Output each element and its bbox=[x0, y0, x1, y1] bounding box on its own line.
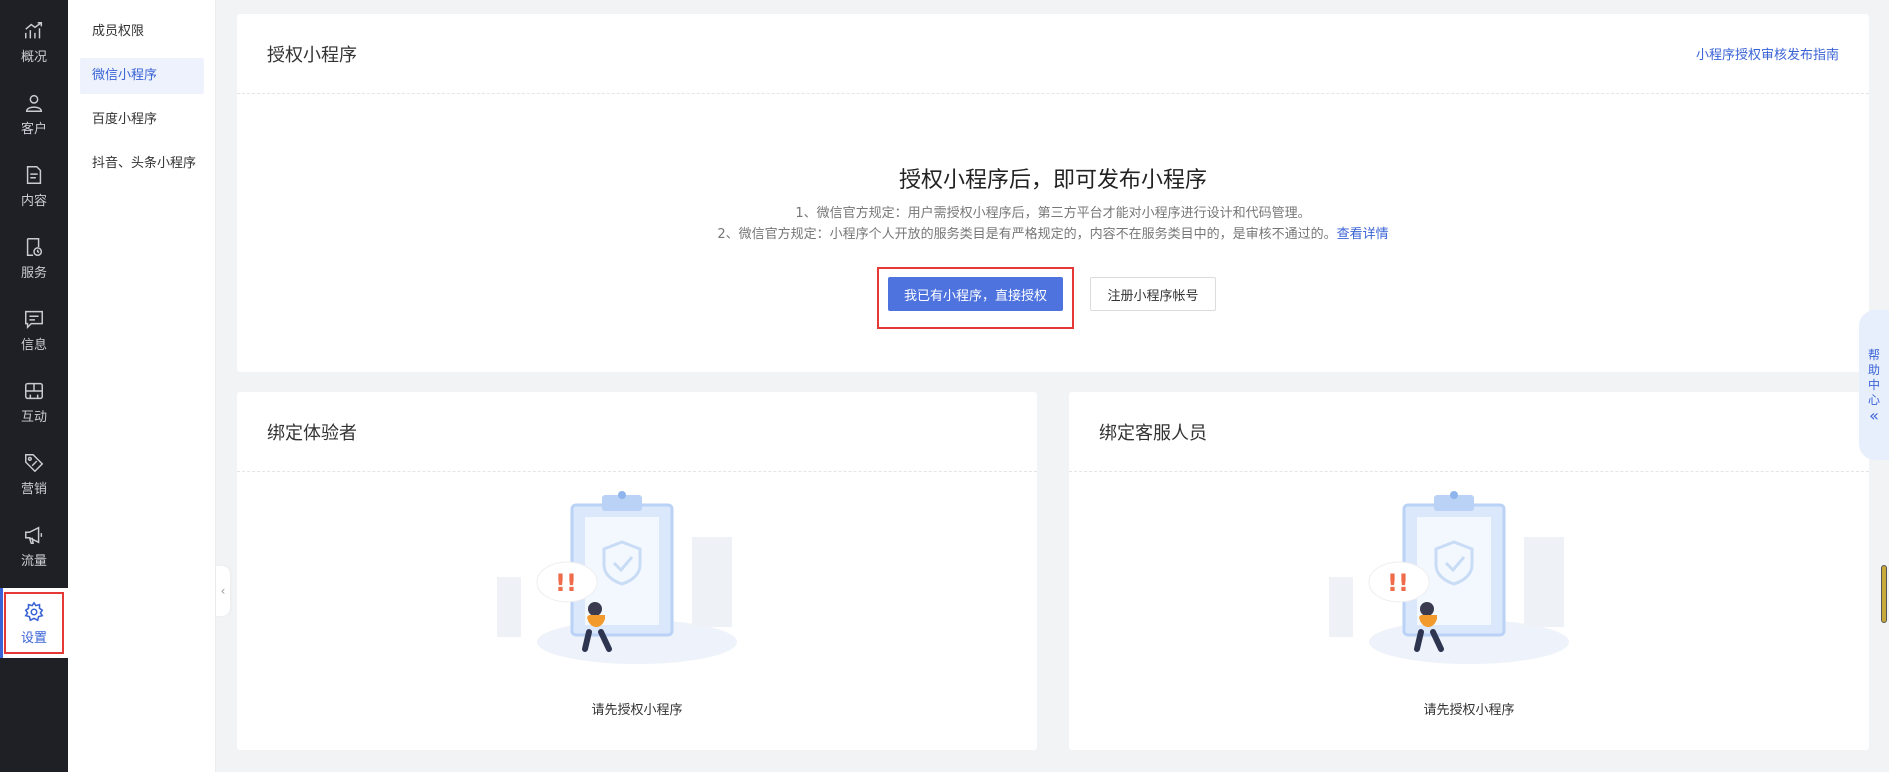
message-icon bbox=[25, 310, 43, 329]
card-title: 授权小程序 bbox=[267, 44, 357, 66]
settings-highlight-box bbox=[4, 592, 64, 654]
rule-text-1: 1、微信官方规定：用户需授权小程序后，第三方平台才能对小程序进行设计和代码管理。 bbox=[795, 206, 1311, 221]
tester-card-header: 绑定体验者 bbox=[237, 392, 1037, 472]
nav-label: 概况 bbox=[20, 49, 47, 65]
nav-item-message[interactable]: 信息 bbox=[0, 300, 68, 360]
chart-trend-icon bbox=[25, 21, 43, 38]
card-title: 绑定体验者 bbox=[267, 422, 357, 444]
nav-item-marketing[interactable]: 营销 bbox=[0, 444, 68, 504]
nav-item-content[interactable]: 内容 bbox=[0, 156, 68, 216]
hero-title: 授权小程序后，即可发布小程序 bbox=[898, 168, 1207, 193]
empty-state-text: 请先授权小程序 bbox=[591, 703, 683, 718]
svg-text:!!: !! bbox=[555, 569, 577, 597]
double-chevron-left-icon: « bbox=[1869, 405, 1879, 425]
chevron-left-icon: ‹ bbox=[220, 584, 226, 598]
tag-icon bbox=[25, 453, 44, 472]
submenu-label: 微信小程序 bbox=[92, 68, 158, 83]
service-card-header: 绑定客服人员 bbox=[1069, 392, 1869, 472]
empty-illustration: !! bbox=[1329, 491, 1569, 664]
scrollbar-thumb[interactable] bbox=[1881, 565, 1887, 623]
authorize-button-highlight-box bbox=[877, 267, 1074, 329]
submenu-item-wechat-miniprogram[interactable]: 微信小程序 bbox=[80, 58, 204, 94]
help-char: 中 bbox=[1867, 377, 1880, 392]
nav-item-traffic[interactable]: 流量 bbox=[0, 516, 68, 576]
app-root: 概况 客户 内容 服务 信息 互动 营销 流量 设置 成员权限 微信小程序 百度… bbox=[0, 0, 1889, 772]
bind-tester-card: 绑定体验者 !! 请先授权小程序 bbox=[237, 392, 1037, 750]
nav-label: 互动 bbox=[20, 409, 47, 425]
nav-label: 内容 bbox=[20, 193, 47, 209]
empty-illustration: !! bbox=[497, 491, 737, 664]
document-icon bbox=[26, 165, 42, 184]
gamepad-icon bbox=[25, 382, 43, 399]
nav-label: 流量 bbox=[20, 553, 47, 569]
nav-item-customer[interactable]: 客户 bbox=[0, 84, 68, 144]
user-icon bbox=[25, 94, 43, 112]
nav-label: 客户 bbox=[20, 121, 47, 137]
collapse-submenu-handle[interactable]: ‹ bbox=[216, 566, 230, 616]
submenu-item-douyin-miniprogram[interactable]: 抖音、头条小程序 bbox=[80, 146, 216, 182]
rule-text-2: 2、微信官方规定：小程序个人开放的服务类目是有严格规定的，内容不在服务类目中的，… bbox=[717, 227, 1337, 242]
submenu-label: 抖音、头条小程序 bbox=[92, 156, 197, 171]
service-icon bbox=[26, 237, 43, 256]
submenu-label: 成员权限 bbox=[92, 24, 145, 39]
submenu-label: 百度小程序 bbox=[92, 112, 158, 127]
nav-item-service[interactable]: 服务 bbox=[0, 228, 68, 288]
bind-service-staff-card: 绑定客服人员 !! 请先授权小程序 bbox=[1069, 392, 1869, 750]
nav-label: 营销 bbox=[20, 481, 47, 497]
nav-label: 服务 bbox=[20, 265, 47, 281]
review-guide-link[interactable]: 小程序授权审核发布指南 bbox=[1696, 44, 1839, 63]
card-title: 绑定客服人员 bbox=[1099, 422, 1207, 444]
svg-text:!!: !! bbox=[1387, 569, 1409, 597]
submenu-item-baidu-miniprogram[interactable]: 百度小程序 bbox=[80, 102, 204, 138]
nav-label: 信息 bbox=[20, 337, 47, 353]
megaphone-icon bbox=[25, 525, 43, 544]
help-char: 助 bbox=[1867, 362, 1880, 377]
empty-state-text: 请先授权小程序 bbox=[1423, 703, 1515, 718]
register-miniprogram-button[interactable]: 注册小程序帐号 bbox=[1090, 277, 1216, 311]
authorize-card: 授权小程序 小程序授权审核发布指南 授权小程序后，即可发布小程序 1、微信官方规… bbox=[237, 14, 1869, 372]
submenu-item-member-permission[interactable]: 成员权限 bbox=[80, 14, 204, 50]
authorize-card-header: 授权小程序 小程序授权审核发布指南 bbox=[237, 14, 1869, 94]
help-center-tab[interactable]: 帮 助 中 心 « bbox=[1859, 310, 1889, 460]
sub-menu: 成员权限 微信小程序 百度小程序 抖音、头条小程序 bbox=[68, 0, 216, 772]
rule-text-2-row: 2、微信官方规定：小程序个人开放的服务类目是有严格规定的，内容不在服务类目中的，… bbox=[237, 223, 1869, 242]
main-nav: 概况 客户 内容 服务 信息 互动 营销 流量 设置 bbox=[0, 0, 68, 772]
view-details-link[interactable]: 查看详情 bbox=[1337, 227, 1389, 242]
help-char: 帮 bbox=[1867, 347, 1880, 362]
nav-item-overview[interactable]: 概况 bbox=[0, 12, 68, 72]
nav-item-interaction[interactable]: 互动 bbox=[0, 372, 68, 432]
